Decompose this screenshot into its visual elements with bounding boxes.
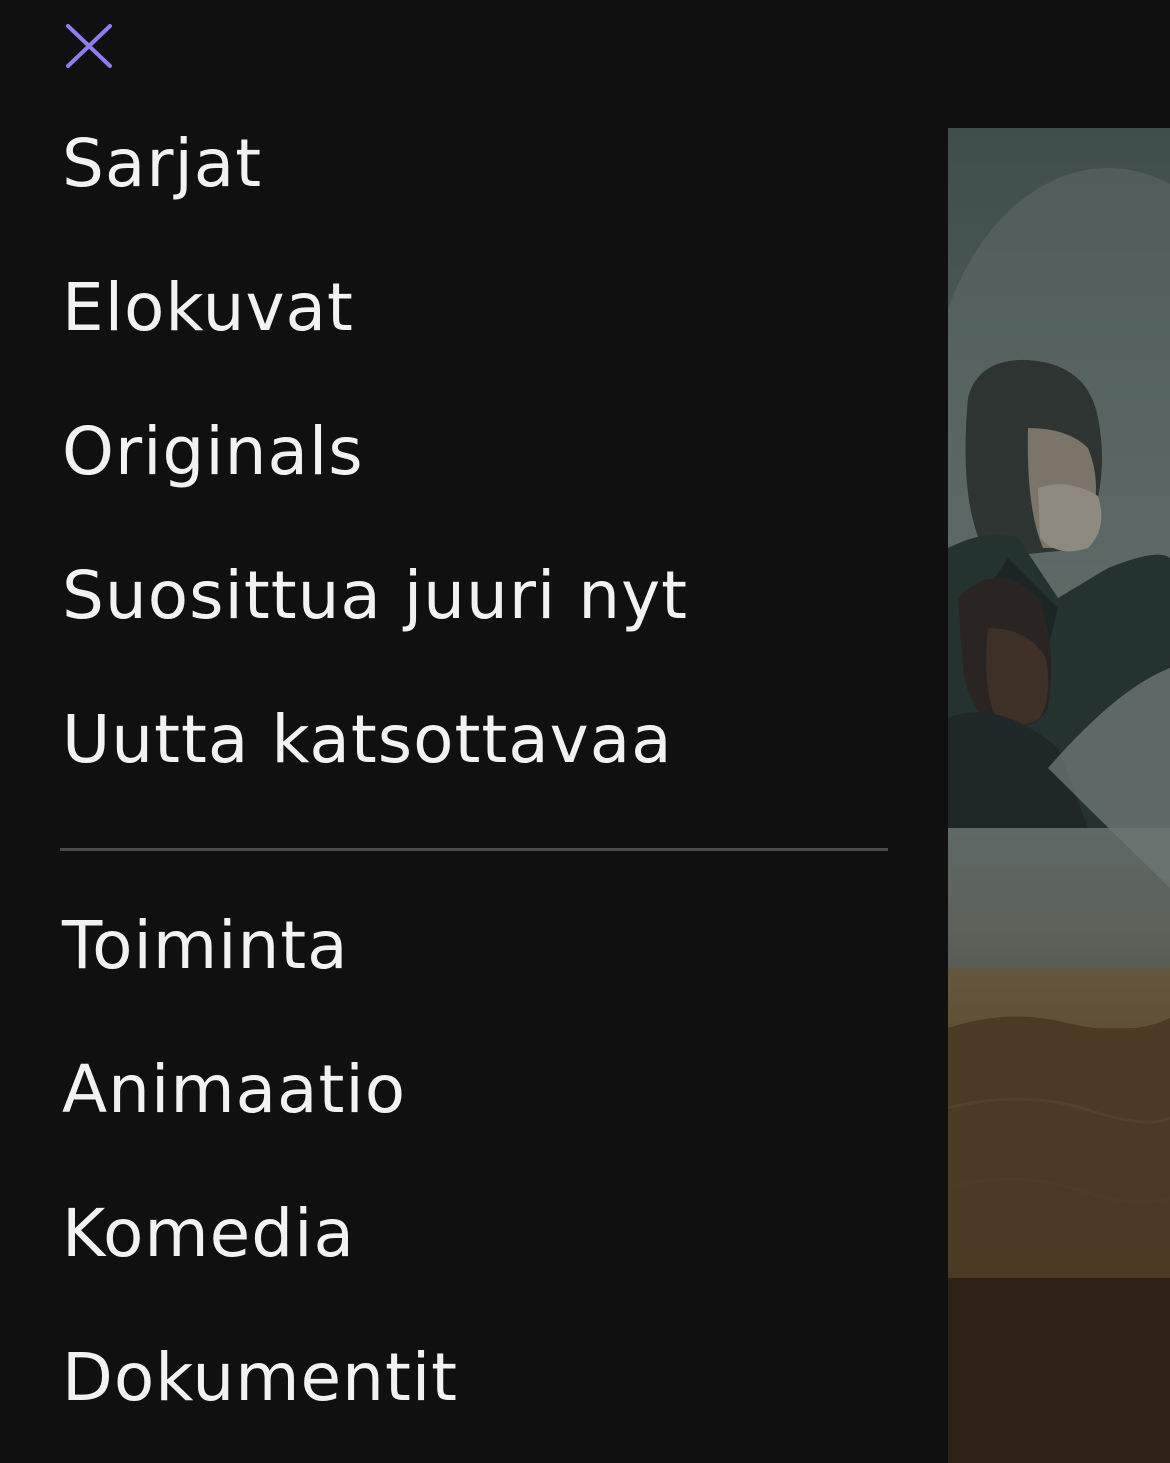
genre-item-komedia[interactable]: Komedia [62, 1184, 355, 1284]
genre-item-toiminta[interactable]: Toiminta [62, 896, 349, 996]
menu-divider [60, 848, 888, 851]
navigation-drawer: Sarjat Elokuvat Originals Suosittua juur… [0, 0, 948, 1463]
genre-item-animaatio[interactable]: Animaatio [62, 1040, 406, 1140]
menu-item-sarjat[interactable]: Sarjat [62, 114, 262, 214]
app-screen: Sarjat Elokuvat Originals Suosittua juur… [0, 0, 1170, 1463]
menu-item-suosittua-juuri-nyt[interactable]: Suosittua juuri nyt [62, 546, 688, 646]
menu-item-elokuvat[interactable]: Elokuvat [62, 258, 354, 358]
menu-item-uutta-katsottavaa[interactable]: Uutta katsottavaa [62, 690, 673, 790]
hero-artwork [948, 128, 1170, 1463]
close-button[interactable] [58, 16, 120, 78]
menu-item-originals[interactable]: Originals [62, 402, 364, 502]
genre-item-dokumentit[interactable]: Dokumentit [62, 1328, 458, 1428]
close-icon [66, 24, 112, 68]
